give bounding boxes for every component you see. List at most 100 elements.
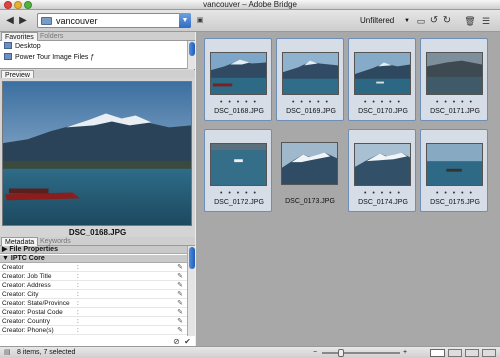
preview-panel: DSC_0168.JPG bbox=[0, 78, 195, 242]
thumbnail-label: DSC_0173.JPG bbox=[285, 198, 335, 205]
section-label: File Properties bbox=[9, 246, 58, 253]
thumbnail-card[interactable]: • • • • • DSC_0168.JPG bbox=[204, 38, 272, 121]
folder-menu-button[interactable]: ▣ bbox=[195, 14, 205, 28]
content-pane: • • • • • DSC_0168.JPG • • • • • DSC_016… bbox=[196, 32, 500, 346]
scroll-thumb[interactable] bbox=[189, 42, 195, 56]
scroll-thumb[interactable] bbox=[189, 247, 195, 269]
filter-dropdown-arrow-icon[interactable]: ▼ bbox=[404, 15, 410, 27]
forward-arrow-icon[interactable]: ▶ bbox=[17, 14, 29, 28]
rotate-right-icon[interactable]: ↻ bbox=[441, 14, 453, 28]
apply-icon[interactable]: ✔ bbox=[183, 337, 192, 346]
view-versions-icon[interactable] bbox=[482, 349, 496, 357]
thumbnail-label: DSC_0171.JPG bbox=[430, 108, 480, 115]
view-filmstrip-icon[interactable] bbox=[448, 349, 462, 357]
rating-dots[interactable]: • • • • • bbox=[421, 190, 489, 197]
chevron-down-icon[interactable]: ▼ bbox=[179, 13, 191, 28]
preview-filename: DSC_0168.JPG bbox=[68, 228, 127, 237]
thumbnail-card[interactable]: • • • • • DSC_0172.JPG bbox=[204, 129, 272, 212]
metadata-row-address[interactable]: Creator: Address: ✎ bbox=[0, 282, 187, 290]
thumbnail-label: DSC_0175.JPG bbox=[430, 199, 480, 206]
pencil-icon[interactable]: ✎ bbox=[177, 327, 183, 335]
metadata-row-country[interactable]: Creator: Country: ✎ bbox=[0, 318, 187, 326]
thumbnail-card[interactable]: • • • • • DSC_0170.JPG bbox=[348, 38, 416, 121]
tab-favorites[interactable]: Favorites bbox=[1, 32, 38, 41]
title-bar: vancouver – Adobe Bridge bbox=[0, 0, 500, 10]
pencil-icon[interactable]: ✎ bbox=[177, 282, 183, 290]
metadata-row-creator[interactable]: Creator: ✎ bbox=[0, 264, 187, 272]
thumbnail-image bbox=[354, 52, 411, 95]
metadata-row-job-title[interactable]: Creator: Job Title: ✎ bbox=[0, 273, 187, 281]
field-label: Creator: State/Province bbox=[2, 300, 70, 307]
thumbnail-card[interactable]: • • • • • DSC_0174.JPG bbox=[348, 129, 416, 212]
trash-icon[interactable]: 🗑 bbox=[464, 14, 476, 28]
favorite-item-power-tour[interactable]: Power Tour Image Files ƒ bbox=[4, 53, 94, 62]
thumbnail-image bbox=[354, 143, 411, 186]
section-iptc-core[interactable]: ▼ IPTC Core bbox=[0, 255, 187, 263]
left-panel: Favorites Folders Desktop Power Tour Ima… bbox=[0, 32, 195, 346]
thumbnail-card[interactable]: DSC_0173.JPG bbox=[276, 129, 344, 212]
thumbnail-card[interactable]: • • • • • DSC_0171.JPG bbox=[420, 38, 488, 121]
folder-icon bbox=[41, 17, 52, 25]
thumbnail-card[interactable]: • • • • • DSC_0169.JPG bbox=[276, 38, 344, 121]
favorites-scrollbar[interactable] bbox=[187, 41, 195, 69]
thumbnail-image bbox=[281, 142, 338, 185]
folder-selector[interactable]: vancouver ▼ bbox=[37, 13, 191, 28]
back-arrow-icon[interactable]: ◀ bbox=[4, 14, 16, 28]
pencil-icon[interactable]: ✎ bbox=[177, 318, 183, 326]
cancel-icon[interactable]: ⊘ bbox=[172, 337, 181, 346]
menu-icon[interactable]: ☰ bbox=[480, 14, 492, 28]
view-details-icon[interactable] bbox=[465, 349, 479, 357]
thumbnail-size-slider[interactable] bbox=[322, 349, 400, 357]
favorite-item-desktop[interactable]: Desktop bbox=[4, 42, 41, 51]
section-file-properties[interactable]: ▶ File Properties bbox=[0, 246, 187, 254]
field-label: Creator: Address bbox=[2, 282, 51, 289]
status-bar: ▤ 8 items, 7 selected − + bbox=[0, 346, 500, 358]
metadata-panel: ▶ File Properties ▼ IPTC Core Creator: ✎ … bbox=[0, 246, 195, 346]
field-label: Creator: Job Title bbox=[2, 273, 52, 280]
metadata-row-city[interactable]: Creator: City: ✎ bbox=[0, 291, 187, 299]
thumbnail-label: DSC_0174.JPG bbox=[358, 199, 408, 206]
metadata-row-state[interactable]: Creator: State/Province: ✎ bbox=[0, 300, 187, 308]
thumbnail-label: DSC_0170.JPG bbox=[358, 108, 408, 115]
folder-icon bbox=[4, 53, 12, 60]
status-icon: ▤ bbox=[4, 349, 11, 356]
rating-dots[interactable]: • • • • • bbox=[421, 99, 489, 106]
filter-dropdown[interactable]: Unfiltered bbox=[360, 15, 394, 27]
slider-knob[interactable] bbox=[338, 349, 344, 357]
metadata-row-phone[interactable]: Creator: Phone(s): ✎ bbox=[0, 327, 187, 335]
zoom-in-icon[interactable]: + bbox=[403, 348, 407, 358]
metadata-scrollbar[interactable] bbox=[187, 246, 195, 336]
rating-dots[interactable]: • • • • • bbox=[349, 99, 417, 106]
favorite-label: Power Tour Image Files ƒ bbox=[15, 54, 95, 61]
rotate-left-icon[interactable]: ↺ bbox=[428, 14, 440, 28]
tab-metadata[interactable]: Metadata bbox=[1, 237, 39, 246]
thumbnail-card[interactable]: • • • • • DSC_0175.JPG bbox=[420, 129, 488, 212]
metadata-tabbar: Metadata Keywords bbox=[0, 237, 195, 246]
rating-dots[interactable]: • • • • • bbox=[205, 190, 273, 197]
thumbnail-image bbox=[426, 143, 483, 186]
tab-folders[interactable]: Folders bbox=[37, 32, 66, 41]
rating-dots[interactable]: • • • • • bbox=[349, 190, 417, 197]
thumbnail-image bbox=[282, 52, 339, 95]
pencil-icon[interactable]: ✎ bbox=[177, 273, 183, 281]
status-text: 8 items, 7 selected bbox=[17, 349, 76, 356]
pencil-icon[interactable]: ✎ bbox=[177, 264, 183, 272]
thumbnail-label: DSC_0168.JPG bbox=[214, 108, 264, 115]
rating-dots[interactable]: • • • • • bbox=[277, 99, 345, 106]
favorite-label: Desktop bbox=[15, 43, 41, 50]
new-folder-icon[interactable]: ▭ bbox=[415, 14, 427, 28]
pencil-icon[interactable]: ✎ bbox=[177, 300, 183, 308]
view-thumbnails-icon[interactable] bbox=[430, 349, 445, 357]
thumbnail-label: DSC_0169.JPG bbox=[286, 108, 336, 115]
field-label: Creator: Phone(s) bbox=[2, 327, 54, 334]
tab-keywords[interactable]: Keywords bbox=[37, 237, 74, 246]
window-title: vancouver – Adobe Bridge bbox=[203, 0, 297, 9]
field-label: Creator: City bbox=[2, 291, 39, 298]
pencil-icon[interactable]: ✎ bbox=[177, 309, 183, 317]
metadata-row-postal-code[interactable]: Creator: Postal Code: ✎ bbox=[0, 309, 187, 317]
preview-image bbox=[2, 81, 192, 226]
pencil-icon[interactable]: ✎ bbox=[177, 291, 183, 299]
zoom-out-icon[interactable]: − bbox=[313, 348, 317, 358]
thumbnail-image bbox=[210, 143, 267, 186]
rating-dots[interactable]: • • • • • bbox=[205, 99, 273, 106]
